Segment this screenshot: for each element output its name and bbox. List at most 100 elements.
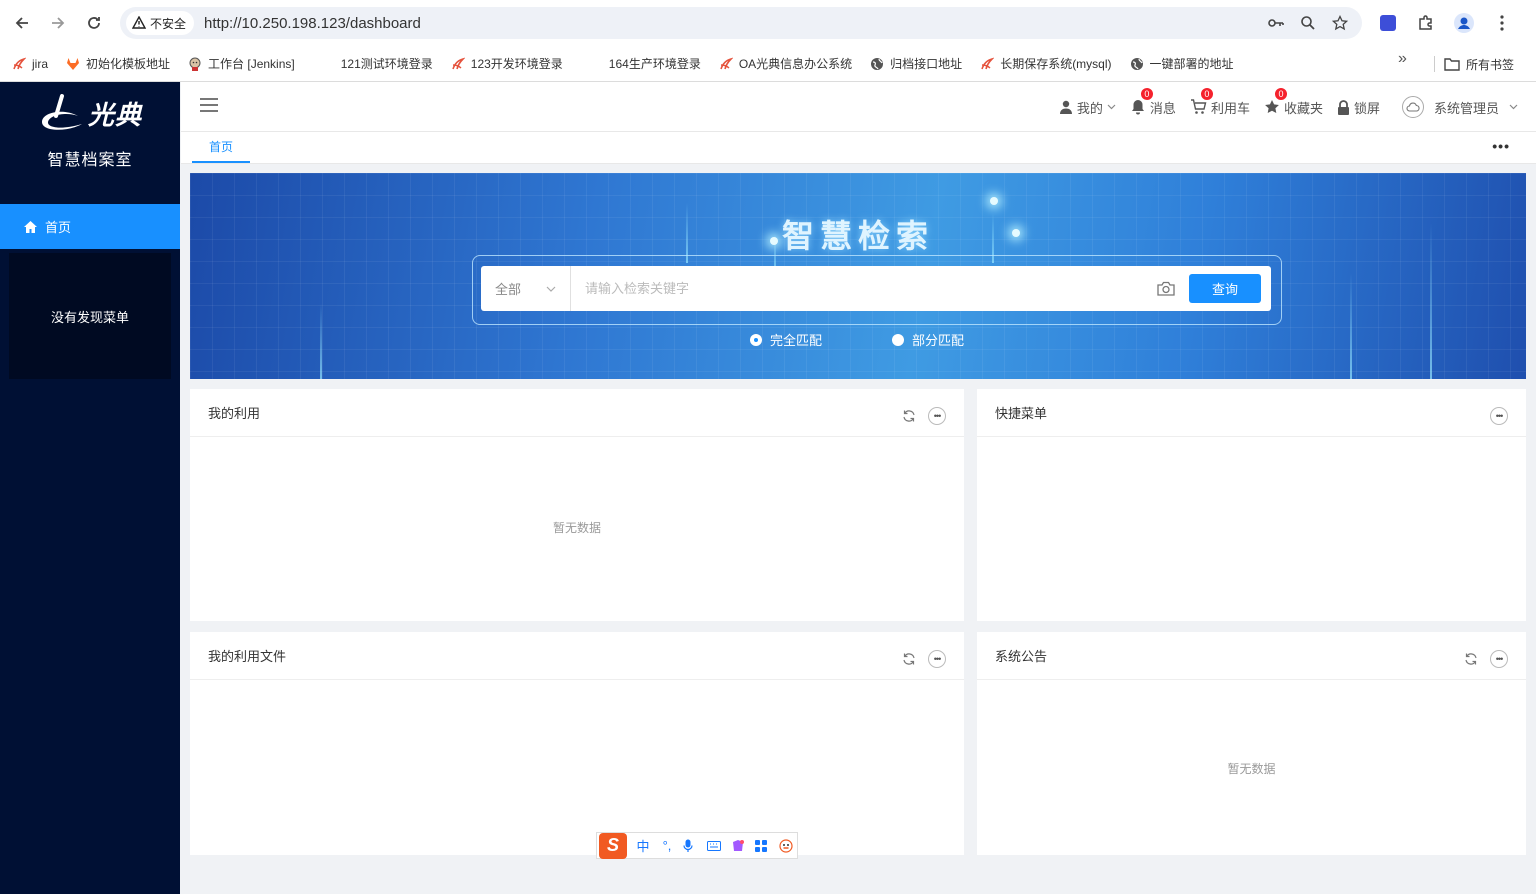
punctuation-icon[interactable]: °,	[659, 838, 675, 853]
menu-kebab-icon[interactable]	[1488, 7, 1516, 39]
puzzle-icon[interactable]	[1412, 7, 1440, 39]
extension-icon[interactable]	[1374, 7, 1402, 39]
cloud-avatar-icon	[1401, 96, 1424, 118]
messages-button[interactable]: 0 消息	[1130, 87, 1176, 117]
profile-avatar-icon[interactable]	[1450, 7, 1478, 39]
messages-label: 消息	[1149, 100, 1176, 116]
refresh-icon[interactable]	[1464, 652, 1478, 666]
bookmark-item[interactable]: 123开发环境登录	[443, 50, 571, 78]
cart-button[interactable]: 0 利用车	[1190, 87, 1250, 117]
hamburger-icon[interactable]	[200, 98, 218, 112]
search-title: 智慧检索	[781, 218, 934, 254]
logo-text: 光典	[87, 99, 142, 130]
ime-toolbar: S 中 °,	[596, 832, 798, 859]
key-icon[interactable]	[1264, 11, 1288, 35]
address-bar[interactable]: 不安全 http://10.250.198.123/dashboard	[120, 7, 1362, 39]
empty-text: 暂无数据	[1227, 762, 1276, 776]
refresh-icon[interactable]	[902, 652, 916, 666]
more-icon[interactable]: •••	[928, 650, 946, 668]
bookmark-favicon-icon	[980, 57, 995, 71]
mine-dropdown[interactable]: 我的	[1059, 98, 1116, 117]
mine-label: 我的	[1076, 100, 1103, 116]
decor-line	[320, 303, 322, 379]
all-bookmarks[interactable]: 所有书签	[1444, 50, 1514, 78]
logo[interactable]: 光典	[38, 94, 142, 132]
lock-icon	[1337, 99, 1350, 115]
jenkins-icon	[188, 57, 202, 71]
more-icon[interactable]: •••	[1490, 650, 1508, 668]
bookmark-label: 工作台 [Jenkins]	[208, 57, 295, 71]
bookmark-label: OA光典信息办公系统	[738, 57, 853, 71]
radio-partial-match[interactable]: 部分匹配	[892, 330, 964, 349]
tab-home[interactable]: 首页	[192, 132, 250, 163]
radio-unchecked-icon	[892, 333, 905, 346]
card-my-use: 我的利用 ••• 暂无数据	[190, 389, 964, 621]
globe-icon	[870, 57, 884, 71]
more-icon[interactable]: •••	[1490, 407, 1508, 425]
skin-icon[interactable]	[731, 839, 747, 853]
bookmark-favicon-icon	[719, 57, 733, 71]
user-menu[interactable]: 系统管理员	[1401, 96, 1518, 118]
all-bookmarks-label: 所有书签	[1466, 57, 1515, 72]
app-header: 我的 0 消息 0 利用车 0 收藏夹 锁屏 系统管理员	[181, 82, 1536, 132]
bookmark-item[interactable]: 工作台 [Jenkins]	[180, 50, 303, 78]
warning-icon	[132, 16, 146, 30]
logo-area: 光典 智慧档案室	[0, 82, 180, 204]
globe-icon	[1130, 57, 1144, 71]
sidebar-item-home[interactable]: 首页	[0, 204, 180, 249]
reload-button[interactable]	[76, 5, 112, 41]
system-subtitle: 智慧档案室	[47, 152, 133, 169]
security-chip[interactable]: 不安全	[126, 11, 195, 35]
refresh-icon[interactable]	[902, 409, 916, 423]
favorites-button[interactable]: 0 收藏夹	[1264, 87, 1323, 117]
more-bookmarks-icon[interactable]: »	[1398, 50, 1407, 68]
bookmark-item[interactable]: jira	[4, 50, 56, 78]
bookmark-label: 121测试环境登录	[340, 57, 433, 71]
toolbox-icon[interactable]	[755, 839, 771, 852]
back-button[interactable]	[4, 5, 40, 41]
chevron-down-icon	[1107, 104, 1116, 110]
bookmark-item[interactable]: 归档接口地址	[862, 50, 970, 78]
search-box: 全部 查询	[481, 266, 1271, 311]
search-input[interactable]	[571, 267, 1151, 310]
divider	[1434, 56, 1435, 72]
lock-screen-button[interactable]: 锁屏	[1337, 98, 1380, 117]
empty-text: 暂无数据	[552, 521, 601, 535]
logo-swoosh-icon	[41, 94, 82, 130]
more-icon[interactable]: •••	[1492, 138, 1510, 154]
query-button[interactable]: 查询	[1189, 274, 1261, 303]
bookmark-label: 归档接口地址	[890, 57, 963, 71]
scope-select[interactable]: 全部	[481, 266, 571, 311]
search-banner: 智慧检索 全部 查询 完全匹配 部分匹配	[190, 173, 1526, 379]
bookmark-label: 初始化模板地址	[86, 57, 171, 71]
favorites-badge: 0	[1273, 87, 1288, 101]
zoom-icon[interactable]	[1296, 11, 1320, 35]
chevron-down-icon	[1509, 104, 1518, 110]
bookmark-item[interactable]: 164生产环境登录	[595, 50, 709, 78]
decor-line	[1350, 273, 1352, 379]
sogou-logo-icon[interactable]: S	[599, 832, 627, 859]
microphone-icon[interactable]	[683, 839, 699, 853]
card-title: 我的利用	[208, 406, 261, 421]
mascot-icon[interactable]	[779, 838, 795, 853]
star-icon[interactable]	[1328, 11, 1352, 35]
radio-exact-match[interactable]: 完全匹配	[750, 330, 822, 349]
ime-mode[interactable]: 中	[635, 836, 651, 855]
bookmark-item[interactable]: 长期保存系统(mysql)	[972, 50, 1119, 78]
bookmark-item[interactable]: 一键部署的地址	[1122, 50, 1242, 78]
card-my-files: 我的利用文件 •••	[190, 632, 964, 855]
more-icon[interactable]: •••	[928, 407, 946, 425]
cart-badge: 0	[1199, 87, 1214, 101]
card-title: 我的利用文件	[208, 649, 287, 664]
scope-value: 全部	[495, 282, 522, 297]
keyboard-icon[interactable]	[707, 840, 723, 851]
chevron-down-icon	[546, 286, 556, 292]
bookmark-item[interactable]: 121测试环境登录	[327, 50, 441, 78]
bookmark-item[interactable]: OA光典信息办公系统	[711, 50, 860, 78]
forward-button[interactable]	[40, 5, 76, 41]
url-text[interactable]: http://10.250.198.123/dashboard	[204, 15, 421, 32]
radio-label: 部分匹配	[912, 333, 965, 348]
camera-icon[interactable]	[1151, 281, 1181, 296]
bookmark-item[interactable]: 初始化模板地址	[58, 50, 178, 78]
sidebar: 光典 智慧档案室 首页 没有发现菜单	[0, 82, 180, 894]
